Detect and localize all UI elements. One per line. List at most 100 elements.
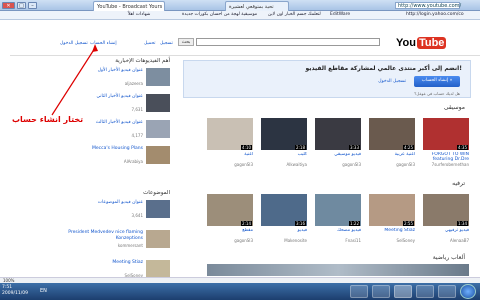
date: 2009/11/09 bbox=[2, 291, 28, 296]
video-duration: 4:35 bbox=[457, 145, 468, 150]
tab-second[interactable]: تحية بمتوقعي لعشيرة bbox=[225, 1, 289, 11]
video-title[interactable]: Mecca's Housing Plans bbox=[65, 146, 143, 152]
video-card[interactable]: 1:34 فيديو ترفيهي AlenaaB7 bbox=[423, 194, 469, 244]
video-card[interactable]: 3:33 فيديو موسيقي gagonSI3 bbox=[315, 118, 361, 168]
video-card[interactable]: 4:35 FORGOT TO WIN featuring Dr.Dre 7surfe… bbox=[423, 118, 469, 168]
browser-titlebar: ✕ □ – YouTube - Broadcast Yours تحية بمت… bbox=[0, 0, 480, 11]
search-button[interactable]: بحث bbox=[178, 38, 194, 46]
sports-thumbnails-row[interactable] bbox=[207, 264, 469, 276]
favorites-bar: http://login.yahoo.com/co EditWare لتعلم… bbox=[0, 11, 480, 20]
taskbar-app-icon[interactable] bbox=[438, 285, 456, 298]
video-thumbnail[interactable] bbox=[146, 200, 170, 218]
video-thumbnail[interactable] bbox=[146, 146, 170, 164]
video-meta: 7,631 bbox=[131, 107, 143, 112]
main-content: انضم إلى أكبر منتدى عالمي لمشاركة مقاطع … bbox=[183, 56, 473, 296]
sidebar-heading-2: الموضوعات bbox=[143, 190, 170, 196]
promo-login-link[interactable]: تسجيل الدخول bbox=[378, 79, 406, 84]
sidebar-heading: أهم الفيديوهات الإخبارية bbox=[115, 58, 170, 64]
video-title[interactable]: كليب bbox=[261, 152, 307, 162]
video-title[interactable]: Meeting Stiaz bbox=[65, 260, 143, 266]
video-meta: gagonSI3 bbox=[396, 162, 415, 167]
video-duration: 2:18 bbox=[295, 145, 306, 150]
video-duration: 3:16 bbox=[295, 221, 306, 226]
video-title[interactable]: President Medvedev nice flaming Konzepti… bbox=[65, 230, 143, 241]
video-card[interactable]: 2:55 Meeting Stiaz SelSoney bbox=[369, 194, 415, 244]
taskbar-app-icon[interactable] bbox=[416, 285, 434, 298]
address-bar[interactable]: http://www.youtube.com/ bbox=[395, 2, 462, 9]
create-account-button[interactable]: إنشاء الحساب » bbox=[414, 76, 460, 87]
fav-item[interactable]: EditWare bbox=[330, 12, 350, 17]
taskbar-ie-icon[interactable] bbox=[394, 285, 412, 298]
start-button[interactable] bbox=[460, 284, 476, 299]
list-item[interactable]: عنوان فيديو الأخبار الأول aljazeera bbox=[62, 68, 170, 94]
promo-subtext: هل لديك حساب في غوغل؟ bbox=[414, 91, 460, 96]
close-window-button[interactable]: ✕ bbox=[2, 2, 15, 9]
video-meta: kommersant bbox=[117, 243, 143, 248]
list-item[interactable]: President Medvedev nice flaming Konzepti… bbox=[62, 230, 170, 256]
taskbar-app-icon[interactable] bbox=[350, 285, 368, 298]
windows-taskbar: 7:51 2009/11/09 EN bbox=[0, 283, 480, 300]
system-tray: 7:51 2009/11/09 bbox=[2, 285, 28, 297]
video-duration: 1:22 bbox=[349, 221, 360, 226]
video-meta: 4,177 bbox=[131, 133, 143, 138]
video-meta: gagonSI3 bbox=[234, 238, 253, 243]
maximize-window-button[interactable]: □ bbox=[17, 2, 26, 9]
logo-tube-text: Tube bbox=[416, 37, 447, 49]
video-card[interactable]: 2:18 كليب Alkwaitiya bbox=[261, 118, 307, 168]
fav-item[interactable]: موسيقية لهجة من احسان بكورات جديدة bbox=[182, 12, 257, 17]
video-title[interactable]: عنوان فيديو الأخبار الثاني bbox=[65, 94, 143, 100]
minimize-window-button[interactable]: – bbox=[28, 2, 37, 9]
video-meta: aljazeera bbox=[124, 81, 143, 86]
video-card[interactable]: 4:25 أغنية عربية gagonSI3 bbox=[369, 118, 415, 168]
video-thumbnail[interactable] bbox=[146, 230, 170, 248]
video-title[interactable]: أغنية bbox=[207, 152, 253, 162]
video-duration: 3:33 bbox=[349, 145, 360, 150]
video-thumbnail[interactable] bbox=[146, 68, 170, 86]
language-indicator[interactable]: EN bbox=[40, 288, 47, 294]
video-duration: 4:25 bbox=[403, 145, 414, 150]
video-thumbnail[interactable] bbox=[146, 120, 170, 138]
video-meta: Alkwaitiya bbox=[286, 162, 308, 167]
upload-link[interactable]: تحميل bbox=[144, 41, 156, 46]
fav-item[interactable]: لتعلمك جسم الخبار اون لاين bbox=[268, 12, 321, 17]
list-item[interactable]: Mecca's Housing Plans AlArabiya bbox=[62, 146, 170, 172]
tab-label: YouTube - Broadcast Yours bbox=[97, 4, 163, 10]
video-title[interactable]: مقطع bbox=[207, 228, 253, 238]
video-title[interactable]: عنوان فيديو الأخبار الثالث bbox=[65, 120, 143, 126]
section-heading-entertainment: ترفيه bbox=[452, 180, 465, 187]
video-title[interactable]: عنوان فيديو الأخبار الأول bbox=[65, 68, 143, 74]
list-item[interactable]: عنوان فيديو الأخبار الثالث 4,177 bbox=[62, 120, 170, 146]
video-title[interactable]: فيديو bbox=[261, 228, 307, 238]
video-thumbnail[interactable] bbox=[146, 94, 170, 112]
video-duration: 2:55 bbox=[403, 221, 414, 226]
video-card[interactable]: 4:10 أغنية gagonSI3 bbox=[207, 118, 253, 168]
search-input[interactable] bbox=[196, 38, 380, 46]
video-title[interactable]: فيديو مضحك bbox=[315, 228, 361, 238]
video-title[interactable]: عنوان فيديو الموضوعات bbox=[65, 200, 143, 206]
youtube-logo[interactable]: You Tube bbox=[396, 35, 456, 51]
signup-promo: انضم إلى أكبر منتدى عالمي لمشاركة مقاطع … bbox=[183, 60, 471, 98]
url-text: http://www.youtube.com/ bbox=[398, 3, 462, 9]
video-title[interactable]: أغنية عربية bbox=[369, 152, 415, 162]
section-heading-sports: ألعاب رياضية bbox=[432, 254, 465, 261]
video-title[interactable]: فيديو ترفيهي bbox=[423, 228, 469, 238]
video-card[interactable]: 1:22 فيديو مضحك Fnasi11 bbox=[315, 194, 361, 244]
list-item[interactable]: عنوان فيديو الموضوعات 3,641 bbox=[62, 200, 170, 226]
register-link[interactable]: تسجيل bbox=[160, 41, 173, 46]
fav-item[interactable]: شهادات اهلاً bbox=[128, 12, 150, 17]
taskbar-app-icon[interactable] bbox=[372, 285, 390, 298]
video-duration: 2:14 bbox=[241, 221, 252, 226]
list-item[interactable]: عنوان فيديو الأخبار الثاني 7,631 bbox=[62, 94, 170, 120]
logo-you-text: You bbox=[396, 37, 416, 49]
video-title[interactable]: FORGOT TO WIN featuring Dr.Dre bbox=[423, 152, 469, 162]
video-meta: AlenaaB7 bbox=[449, 238, 469, 243]
video-thumbnail[interactable] bbox=[146, 260, 170, 278]
video-card[interactable]: 2:14 مقطع gagonSI3 bbox=[207, 194, 253, 244]
window-controls: ✕ □ – bbox=[2, 2, 37, 9]
video-card[interactable]: 3:16 فيديو Makenosite bbox=[261, 194, 307, 244]
video-title[interactable]: فيديو موسيقي bbox=[315, 152, 361, 162]
tab-youtube[interactable]: YouTube - Broadcast Yours bbox=[93, 1, 165, 11]
fav-item[interactable]: http://login.yahoo.com/co bbox=[406, 12, 464, 17]
video-title[interactable]: Meeting Stiaz bbox=[369, 228, 415, 238]
news-sidebar: أهم الفيديوهات الإخبارية عنوان فيديو الأ… bbox=[62, 58, 170, 286]
